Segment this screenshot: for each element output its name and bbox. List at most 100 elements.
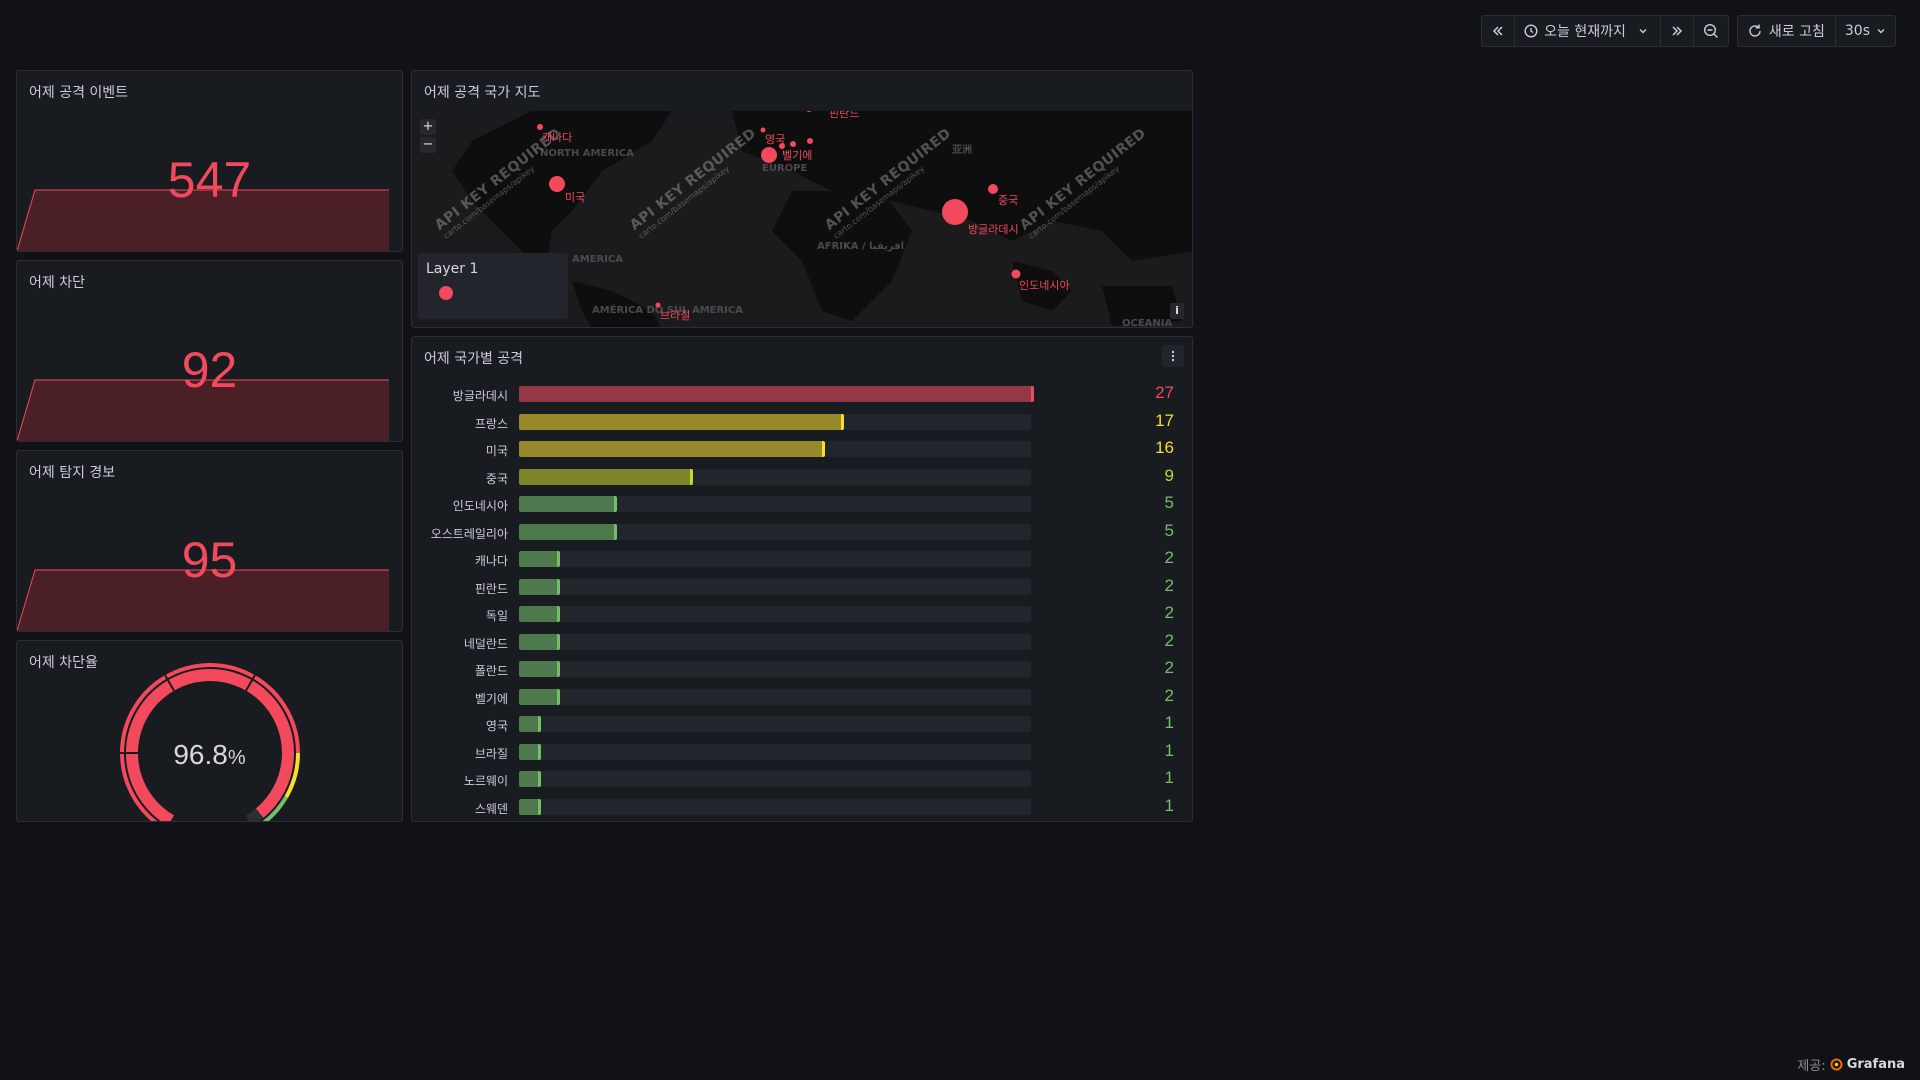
bar-cap [822,441,826,457]
bar-label: 방글라데시 [452,389,508,403]
bar-value: 5 [1164,493,1174,512]
bar-label: 중국 [485,471,508,486]
map-label: 미국 [565,191,586,204]
bar-label: 캐나다 [474,554,508,568]
legend-marker [439,286,453,300]
bar-value: 27 [1155,383,1174,402]
kebab-menu-icon [1171,350,1175,362]
map-marker-france[interactable] [761,147,777,163]
bar-cap [537,743,541,760]
bar-fill [519,633,557,650]
bar-row: 오스트레일리아 5 [412,521,1192,543]
time-range-label: 오늘 현재까지 [1544,24,1626,40]
bar-fill [519,413,842,430]
panel-block-rate: 어제 차단율 96.8% [16,640,403,822]
bar-fill [519,606,557,622]
refresh-label: 새로 고침 [1768,24,1825,40]
bar-fill [519,441,823,457]
clock-icon [1524,24,1538,38]
bar-track [519,551,1031,567]
map-marker-poland[interactable] [807,138,813,144]
bar-row: 폴란드 2 [412,658,1192,680]
refresh-button[interactable]: 새로 고침 [1738,16,1836,46]
bar-cap [556,633,560,650]
bar-label: 벨기에 [474,691,508,706]
time-picker-group: 오늘 현재까지 [1481,15,1729,47]
map-zoom-in-button[interactable]: + [420,119,436,135]
bar-value: 1 [1164,795,1174,815]
footer-prefix: 제공: [1797,1059,1826,1074]
panel-menu-button[interactable] [1162,345,1184,367]
panel-title: 어제 국가별 공격 [424,351,524,367]
bar-label: 미국 [485,444,508,458]
time-forward-button[interactable] [1661,16,1694,46]
bar-value: 1 [1164,768,1174,787]
map-label: 벨기에 [782,149,813,162]
bar-fill [519,688,557,705]
gauge-unit: % [227,747,246,769]
bar-row: 미국 16 [412,438,1192,460]
chevron-down-icon [1639,29,1647,34]
bar-track [519,798,1031,815]
gauge-number: 96.8 [173,739,228,770]
panel-title: 어제 차단 [29,275,85,291]
panel-title: 어제 공격 이벤트 [29,85,129,101]
refresh-interval-picker[interactable]: 30s [1836,16,1895,46]
map-info-button[interactable]: i [1170,303,1184,319]
time-back-button[interactable] [1482,16,1516,46]
bar-cap [613,523,617,540]
footer-brand[interactable]: Grafana [1847,1057,1905,1072]
chevrons-left-icon [1493,26,1503,36]
dashboard-toolbar: 오늘 현재까지 새로 고침 30s [1481,15,1896,47]
bar-value: 2 [1164,685,1174,705]
bar-row: 네덜란드 2 [412,631,1192,653]
bar-row: 벨기에 2 [412,686,1192,708]
stat-value: 547 [167,152,252,208]
bar-label: 스웨덴 [474,801,508,816]
bar-label: 독일 [485,609,508,623]
map-marker-usa[interactable] [549,176,565,192]
bar-fill [519,661,557,677]
bar-row: 노르웨이 1 [412,768,1192,790]
bar-value: 1 [1164,713,1174,732]
bar-row: 프랑스 17 [412,411,1192,433]
region-label: OCEANIA [1122,318,1173,327]
map-label: 중국 [998,194,1019,207]
footer: 제공: Grafana [1797,1055,1905,1074]
bar-row: 핀란드 2 [412,576,1192,598]
bar-value: 2 [1164,603,1174,622]
bar-track [519,688,1031,705]
panel-attack-map: 어제 공격 국가 지도 NORTH AMERICA EUROPE AFRIKA … [411,70,1193,328]
bar-value: 9 [1164,465,1174,485]
bar-value: 2 [1164,630,1174,650]
bar-label: 영국 [485,719,508,733]
map-label: 핀란드 [829,111,860,120]
bar-label: 인도네시아 [452,499,508,513]
bar-value: 17 [1155,410,1174,430]
map-marker-bangladesh[interactable] [942,199,968,225]
map-marker-china[interactable] [988,184,998,194]
bar-value: 5 [1164,520,1174,540]
bar-fill [519,386,1031,402]
chevrons-right-icon [1672,26,1682,36]
bar-cap [556,606,560,622]
bar-label: 프랑스 [474,416,508,431]
stat-value: 95 [181,532,238,588]
bar-label: 노르웨이 [463,774,508,788]
bar-row: 중국 9 [412,466,1192,488]
world-map[interactable]: NORTH AMERICA EUROPE AFRIKA / افريقيا AM… [412,111,1192,327]
refresh-icon [1749,24,1761,37]
zoom-out-button[interactable] [1694,16,1728,46]
stat-value: 92 [181,342,238,398]
bar-cap [556,578,560,595]
grafana-logo-icon [1830,1058,1843,1071]
bar-cap [537,771,541,787]
time-range-picker[interactable]: 오늘 현재까지 [1515,16,1661,46]
bar-cap [689,468,693,485]
bar-value: 16 [1155,438,1174,457]
chevron-down-icon [1877,29,1885,34]
bar-label: 브라질 [474,746,508,761]
gauge [120,663,300,821]
bar-row: 독일 2 [412,603,1192,625]
map-zoom-out-button[interactable]: − [420,137,436,153]
